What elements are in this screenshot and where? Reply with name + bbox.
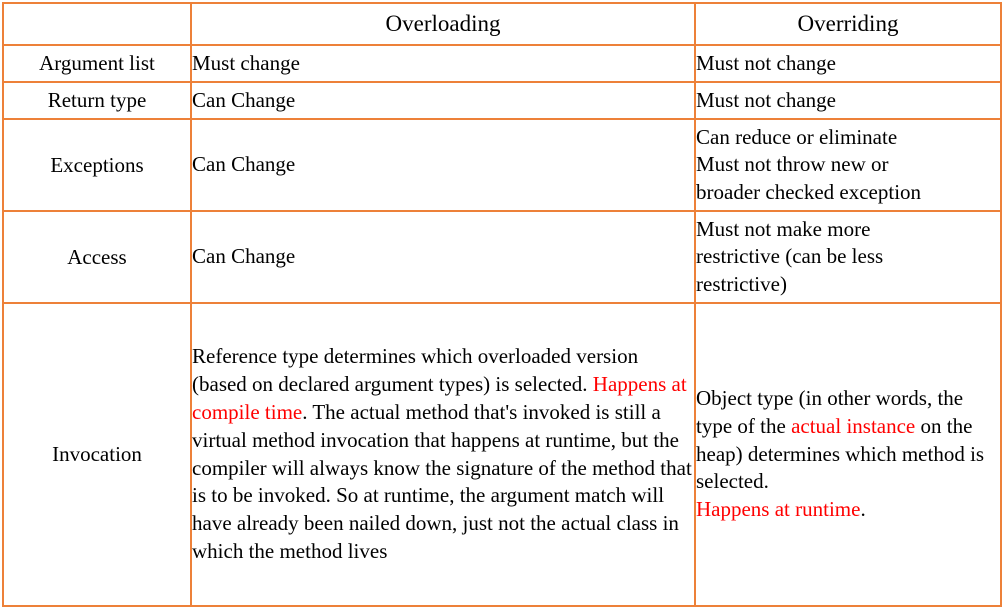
invocation-overriding-highlight-runtime: Happens at runtime [696, 497, 861, 522]
table-row: Argument list Must change Must not chang… [2, 44, 1002, 83]
cell-return-type-overriding: Must not change [694, 81, 1002, 120]
row-label-return-type: Return type [2, 81, 192, 120]
invocation-overloading-text-before: Reference type determines which overload… [192, 343, 639, 396]
table-header-row: Overloading Overriding [2, 2, 1002, 46]
table-row: Invocation Reference type determines whi… [2, 302, 1002, 607]
row-label-argument-list: Argument list [2, 44, 192, 83]
cell-argument-list-overloading: Must change [190, 44, 696, 83]
cell-argument-list-overriding: Must not change [694, 44, 1002, 83]
invocation-overriding-highlight-instance: actual instance [791, 413, 916, 438]
row-label-invocation: Invocation [2, 302, 192, 607]
document-page: Overloading Overriding Argument list Mus… [0, 0, 1004, 607]
cell-access-overloading: Can Change [190, 210, 696, 304]
cell-return-type-overloading: Can Change [190, 81, 696, 120]
overloading-overriding-table: Overloading Overriding Argument list Mus… [2, 2, 1002, 607]
header-overloading: Overloading [190, 2, 696, 46]
invocation-overloading-text-after: . The actual method that's invoked is st… [192, 399, 692, 564]
table-row: Exceptions Can Change Can reduce or elim… [2, 118, 1002, 212]
cell-exceptions-overriding: Can reduce or eliminate Must not throw n… [694, 118, 1002, 212]
header-overriding: Overriding [694, 2, 1002, 46]
cell-access-overriding: Must not make more restrictive (can be l… [694, 210, 1002, 304]
cell-exceptions-overloading: Can Change [190, 118, 696, 212]
table-row: Access Can Change Must not make more res… [2, 210, 1002, 304]
table-row: Return type Can Change Must not change [2, 81, 1002, 120]
table-body: Argument list Must change Must not chang… [2, 44, 1002, 607]
row-label-exceptions: Exceptions [2, 118, 192, 212]
invocation-overriding-text-period: . [860, 497, 866, 522]
table-header: Overloading Overriding [2, 2, 1002, 46]
row-label-access: Access [2, 210, 192, 304]
cell-invocation-overloading: Reference type determines which overload… [190, 302, 696, 607]
cell-invocation-overriding: Object type (in other words, the type of… [694, 302, 1002, 607]
header-corner-cell [2, 2, 192, 46]
